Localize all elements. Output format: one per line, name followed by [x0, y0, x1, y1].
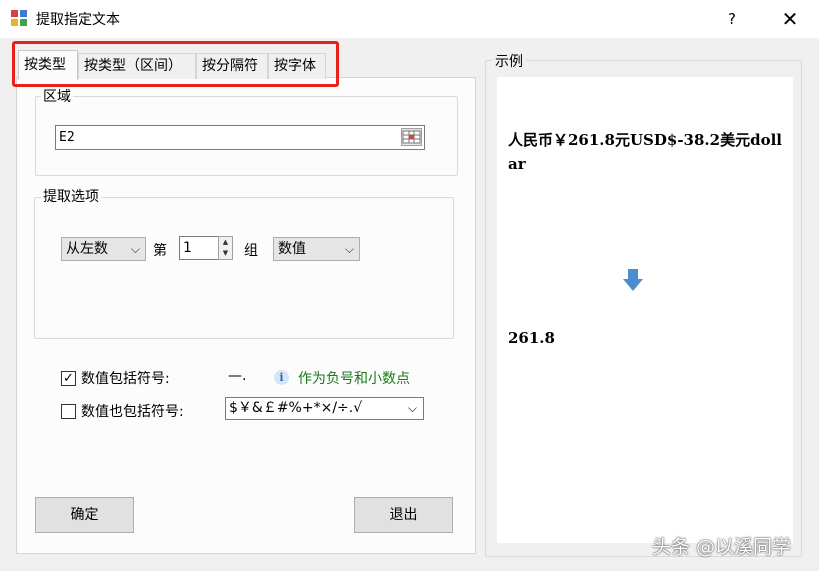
ok-button[interactable]: 确定 [35, 497, 134, 533]
info-text: 作为负号和小数点 [298, 371, 410, 387]
ordinal-prefix: 第 [153, 243, 167, 259]
window-title: 提取指定文本 [36, 12, 120, 28]
example-source-text: 人民币￥261.8元USD$-38.2美元dollar [508, 131, 782, 173]
tab-by-separator[interactable]: 按分隔符 [196, 53, 268, 79]
area-group-label: 区域 [41, 86, 73, 106]
chevron-down-icon: ⌵ [344, 242, 354, 256]
close-button[interactable]: ✕ [770, 4, 810, 34]
also-include-symbols-label: 数值也包括符号: [81, 404, 184, 420]
spin-down-icon[interactable]: ▼ [219, 248, 232, 259]
chevron-down-icon: ⌵ [130, 242, 140, 256]
symbols-select[interactable]: $￥&￡#%+*×/÷.√ ⌵ [225, 397, 424, 420]
app-icon [11, 10, 28, 27]
watermark: 头条 @以溪同学 [652, 536, 792, 558]
help-button[interactable]: ? [719, 6, 745, 32]
also-include-symbols-checkbox[interactable] [61, 404, 76, 419]
title-bar [0, 0, 819, 38]
area-input[interactable]: E2 [55, 125, 425, 150]
group-number-stepper[interactable]: ▲ ▼ [218, 236, 233, 260]
direction-value: 从左数 [66, 241, 108, 257]
down-arrow-icon [622, 268, 644, 292]
range-select-icon[interactable] [401, 128, 422, 146]
include-symbols-value: —. [228, 368, 247, 384]
group-suffix: 组 [244, 243, 258, 259]
type-value: 数值 [278, 241, 306, 257]
symbols-value: $￥&￡#%+*×/÷.√ [229, 400, 363, 416]
spin-up-icon[interactable]: ▲ [219, 237, 232, 248]
include-symbols-checkbox[interactable]: ✓ [61, 371, 76, 386]
chevron-down-icon: ⌵ [407, 401, 417, 415]
include-symbols-label: 数值包括符号: [81, 371, 170, 387]
tab-by-type[interactable]: 按类型 [18, 50, 78, 80]
extract-options-label: 提取选项 [41, 186, 101, 206]
group-number-input[interactable]: 1 [179, 236, 219, 260]
tab-by-type-range[interactable]: 按类型（区间） [78, 53, 196, 79]
example-label: 示例 [492, 51, 526, 71]
exit-button[interactable]: 退出 [354, 497, 453, 533]
direction-select[interactable]: 从左数 ⌵ [61, 237, 146, 261]
example-result-text: 261.8 [508, 329, 555, 347]
type-select[interactable]: 数值 ⌵ [273, 237, 360, 261]
extract-options-group [34, 197, 454, 339]
tab-by-font[interactable]: 按字体 [268, 53, 326, 79]
info-icon: i [274, 370, 289, 385]
